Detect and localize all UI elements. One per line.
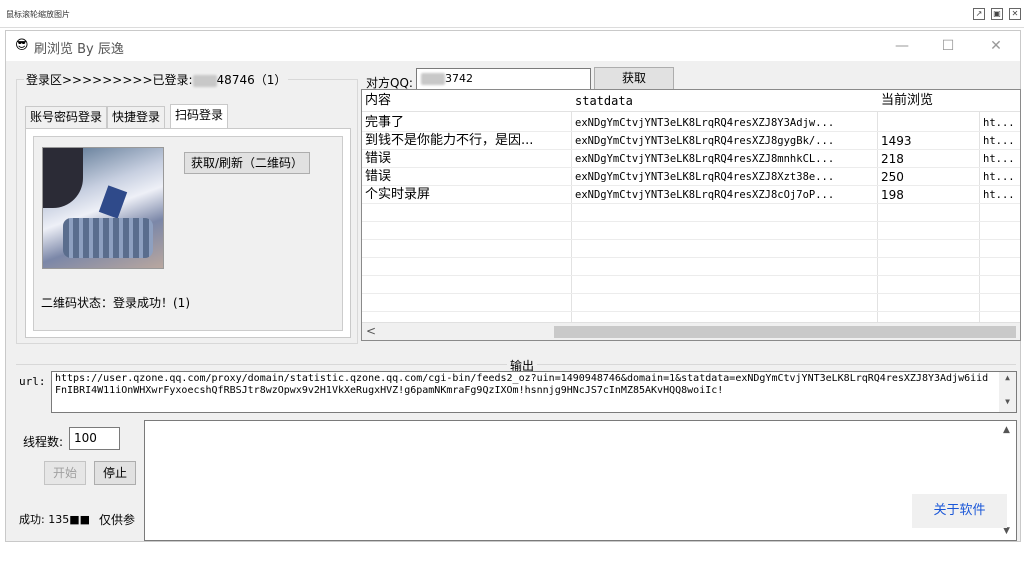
table-row[interactable]: 错误 exNDgYmCtvjYNT3eLK8LrqRQ4resXZJ8mnhkC…	[362, 150, 1020, 168]
column-header-statdata[interactable]: statdata	[572, 90, 878, 112]
table-row[interactable]: 到钱不是你能力不行，是因... exNDgYmCtvjYNT3eLK8LrqRQ…	[362, 132, 1020, 150]
url-value: https://user.qzone.qq.com/proxy/domain/s…	[55, 373, 989, 396]
scroll-left-icon[interactable]: <	[366, 324, 376, 338]
scroll-up-icon[interactable]: ▲	[1003, 425, 1010, 435]
open-external-icon[interactable]: ↗	[973, 8, 985, 20]
qr-image	[42, 147, 164, 269]
viewer-title: 鼠标滚轮缩放图片	[6, 10, 70, 19]
viewer-toolbar: 鼠标滚轮缩放图片 ↗ ▣ ✕	[0, 0, 1024, 28]
target-qq-input[interactable]: 3742	[416, 68, 591, 90]
target-qq-value: 3742	[445, 72, 473, 85]
app-titlebar: 😎 刷浏览 By 辰逸 — ☐ ✕	[6, 31, 1020, 61]
login-group-title: 登录区>>>>>>>>>已登录: 48746（1）	[24, 71, 289, 88]
data-grid[interactable]: 内容 statdata 当前浏览 完事了 exNDgYmCtvjYNT3eLK8…	[361, 89, 1021, 341]
qr-status: 二维码状态：登录成功！(1)	[41, 296, 190, 310]
login-account-suffix: 48746（1）	[216, 73, 287, 87]
redacted-qq	[421, 73, 445, 85]
app-window: 😎 刷浏览 By 辰逸 — ☐ ✕ 登录区>>>>>>>>>已登录: 48746（…	[5, 30, 1021, 542]
sunglasses-face-icon: 😎	[15, 38, 29, 53]
url-label: url:	[19, 375, 46, 388]
url-textbox[interactable]: https://user.qzone.qq.com/proxy/domain/s…	[51, 371, 1017, 413]
disclaimer-label: 仅供参	[99, 513, 136, 527]
tab-password-login[interactable]: 账号密码登录	[25, 106, 108, 128]
table-row[interactable]: 错误 exNDgYmCtvjYNT3eLK8LrqRQ4resXZJ8Xzt38…	[362, 168, 1020, 186]
table-row[interactable]: 个实时录屏 exNDgYmCtvjYNT3eLK8LrqRQ4resXZJ8cO…	[362, 186, 1020, 204]
minimize-button[interactable]: —	[882, 35, 922, 57]
app-title: 刷浏览 By 辰逸	[34, 42, 124, 57]
scrollbar-thumb[interactable]	[554, 326, 1016, 338]
viewer-close-icon[interactable]: ✕	[1009, 8, 1021, 20]
stop-button[interactable]: 停止	[94, 461, 136, 485]
close-button[interactable]: ✕	[976, 35, 1016, 57]
tab-qr-login[interactable]: 扫码登录	[170, 104, 229, 128]
refresh-qr-button[interactable]: 获取/刷新（二维码）	[184, 152, 311, 174]
qr-panel: 获取/刷新（二维码） 二维码状态：登录成功！(1)	[33, 136, 343, 331]
column-header-link[interactable]	[980, 90, 1020, 112]
column-header-views[interactable]: 当前浏览	[878, 90, 980, 112]
tab-quick-login[interactable]: 快捷登录	[107, 106, 166, 128]
horizontal-scrollbar[interactable]: <	[362, 322, 1020, 340]
fetch-button[interactable]: 获取	[594, 67, 674, 90]
success-count: 成功: 135■■	[19, 513, 90, 526]
login-status-prefix: 登录区>>>>>>>>>已登录:	[26, 73, 193, 87]
redacted-account	[192, 74, 217, 87]
fit-window-icon[interactable]: ▣	[991, 8, 1003, 20]
start-button[interactable]: 开始	[44, 461, 86, 485]
tab-panel: 获取/刷新（二维码） 二维码状态：登录成功！(1)	[25, 128, 351, 338]
login-group: 登录区>>>>>>>>>已登录: 48746（1） 账号密码登录 快捷登录 扫码登…	[16, 71, 358, 344]
url-scrollbar[interactable]: ▲ ▼	[999, 372, 1016, 412]
threads-input[interactable]: 100	[69, 427, 120, 450]
about-software-link[interactable]: 关于软件	[912, 494, 1007, 528]
threads-label: 线程数:	[23, 435, 64, 449]
log-textbox[interactable]: ▲ ▼	[144, 420, 1017, 541]
maximize-button[interactable]: ☐	[928, 35, 968, 57]
column-header-content[interactable]: 内容	[362, 90, 572, 112]
table-row[interactable]: 完事了 exNDgYmCtvjYNT3eLK8LrqRQ4resXZJ8Y3Ad…	[362, 114, 1020, 132]
